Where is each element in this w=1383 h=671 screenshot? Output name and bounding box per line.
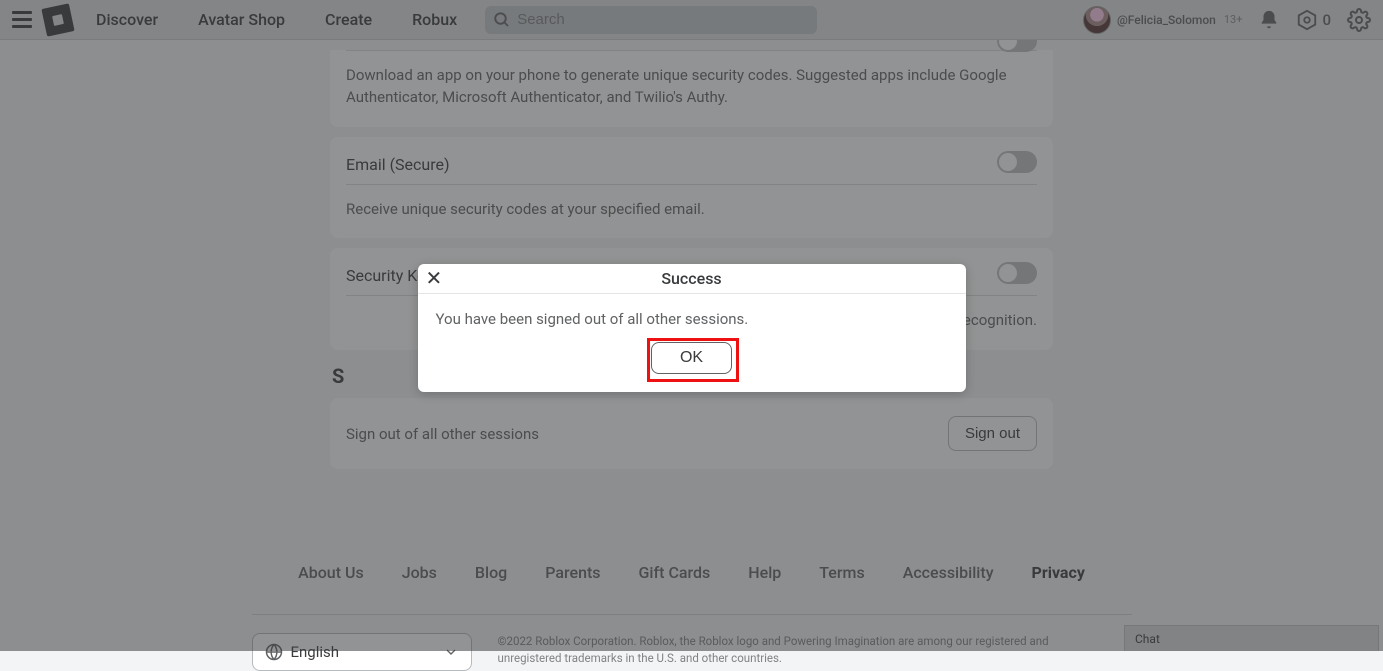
- close-icon[interactable]: ✕: [426, 268, 443, 288]
- ok-button[interactable]: OK: [651, 342, 732, 374]
- success-modal: ✕ Success You have been signed out of al…: [418, 264, 966, 392]
- modal-title: Success: [661, 269, 721, 288]
- modal-message: You have been signed out of all other se…: [436, 310, 948, 328]
